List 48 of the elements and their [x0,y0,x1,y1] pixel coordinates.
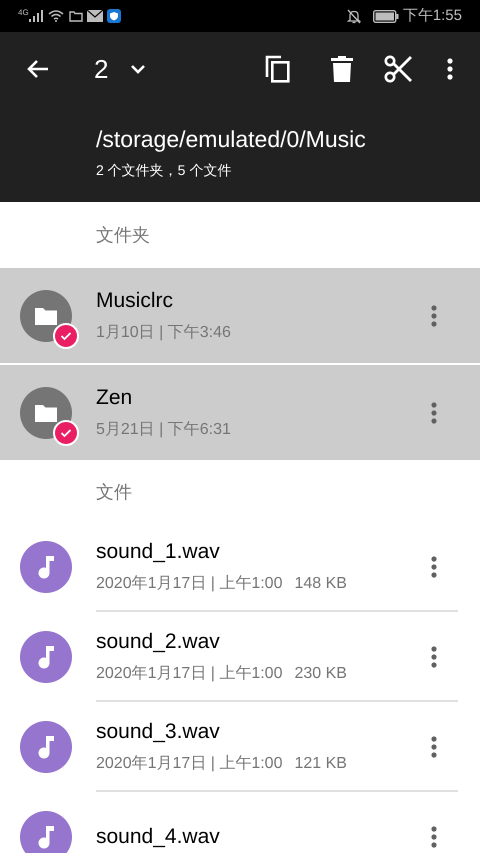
item-size: 148 KB [294,574,347,594]
status-time: 下午1:55 [402,6,462,26]
check-badge-icon [53,420,79,446]
item-date: 5月21日 | 下午6:31 [96,420,231,440]
caret-icon [130,64,146,74]
more-vert-icon [431,556,437,578]
bell-off-icon [346,8,361,24]
more-vert-icon [447,58,453,80]
more-vert-icon [431,304,437,326]
selection-count-dropdown[interactable]: 2 [94,50,146,88]
check-badge-icon [53,322,79,348]
item-date: 2020年1月17日 | 上午1:00 [96,664,282,684]
item-size: 121 KB [294,754,347,774]
more-vert-icon [431,646,437,668]
music-note-icon [20,721,72,773]
item-name: Zen [96,384,132,410]
file-list-item[interactable]: Zen 5月21日 | 下午6:31 [0,365,480,462]
item-name: sound_4.wav [96,824,220,850]
copy-icon [265,55,291,83]
music-note-icon [20,631,72,683]
item-date: 2020年1月17日 | 上午1:00 [96,574,282,594]
music-note-icon [20,541,72,593]
folder-icon [68,10,83,22]
item-name: sound_2.wav [96,629,220,655]
item-date: 2020年1月17日 | 上午1:00 [96,754,282,774]
file-list-item[interactable]: Musiclrc 1月10日 | 下午3:46 [0,268,480,365]
more-vert-icon [431,826,437,848]
section-header: 文件夹 [96,224,150,246]
signal-icon [28,10,43,22]
battery-icon [372,10,399,22]
item-date: 1月10日 | 下午3:46 [96,322,231,342]
more-vert-icon [431,736,437,758]
folder-summary: 2 个文件夹，5 个文件 [96,161,232,180]
trash-icon [331,56,353,82]
music-note-icon [20,811,72,853]
section-header: 文件 [96,480,132,504]
folder-path: /storage/emulated/0/Music [96,125,367,154]
item-name: sound_1.wav [96,539,220,565]
item-size: 230 KB [294,664,347,684]
mail-icon [86,10,103,22]
back-arrow-icon [26,59,50,79]
scissors-icon [384,55,412,83]
shield-icon [106,9,121,23]
item-name: Musiclrc [96,288,173,314]
network-type: 4G [18,7,29,19]
item-name: sound_3.wav [96,719,220,745]
more-vert-icon [431,402,437,424]
wifi-icon [48,10,64,22]
